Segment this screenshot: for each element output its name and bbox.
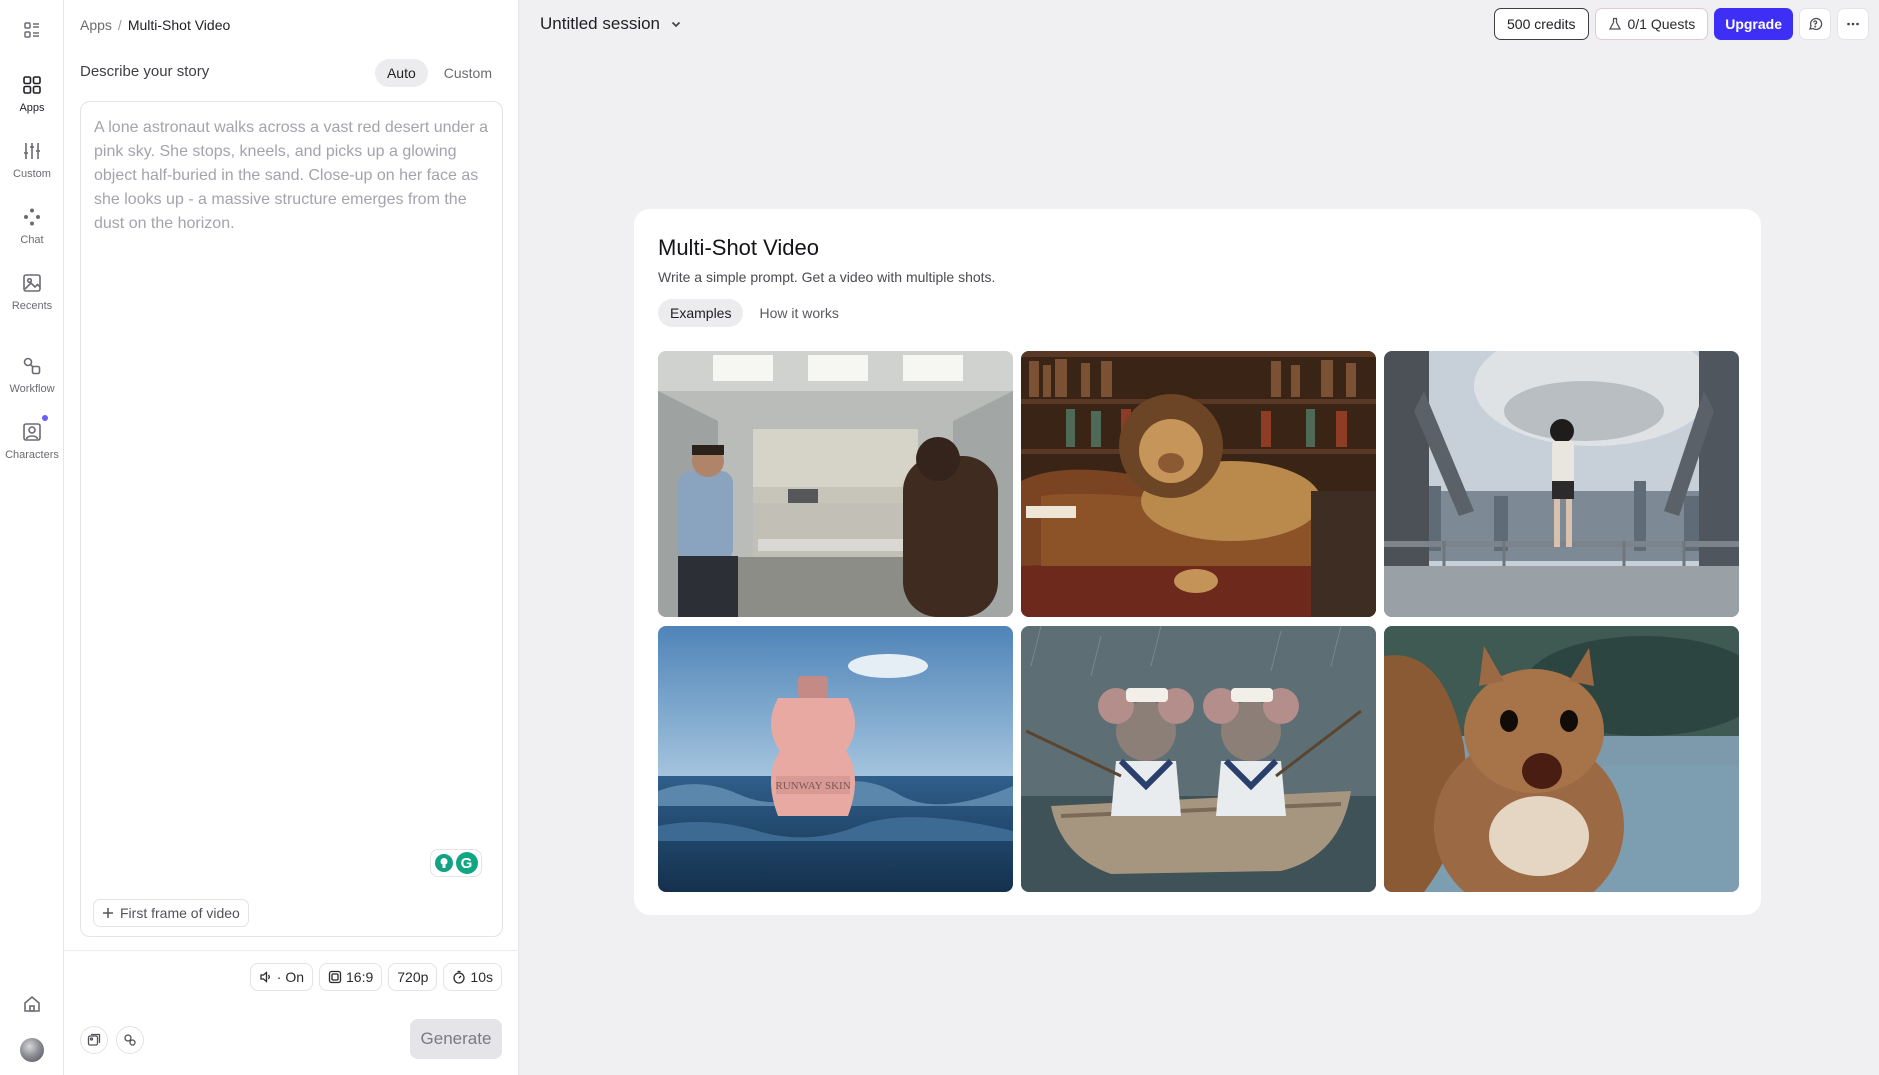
app-title: Multi-Shot Video — [658, 235, 820, 260]
plus-icon — [103, 908, 113, 918]
story-placeholder: A lone astronaut walks across a vast red… — [94, 119, 488, 232]
link-icon — [124, 1034, 136, 1046]
home-button[interactable] — [0, 994, 64, 1014]
rail-item-label: Characters — [5, 449, 59, 461]
breadcrumb-current: Multi-Shot Video — [127, 17, 231, 33]
mode-toggle: Auto Custom — [374, 59, 504, 87]
lightbulb-icon — [434, 854, 453, 872]
avatar[interactable] — [20, 1038, 44, 1062]
workflow-icon — [23, 357, 41, 375]
mode-custom-button[interactable]: Custom — [432, 59, 504, 87]
robot-city-image — [1384, 351, 1739, 617]
breadcrumb-separator: / — [117, 17, 122, 33]
perfume-bottle-image: RUNWAY SKIN — [658, 626, 1013, 892]
help-bubble-icon — [1809, 17, 1823, 31]
surprised-squirrel-example[interactable] — [1384, 626, 1739, 892]
apps-icon — [23, 76, 41, 94]
rail-item-characters[interactable]: Characters — [0, 415, 64, 461]
timer-icon — [453, 970, 466, 984]
topbar-actions: 500 credits 0/1 Quests Upgrade — [1494, 8, 1869, 40]
robot-city-example[interactable] — [1384, 351, 1739, 617]
lion-on-sofa-example[interactable] — [1021, 351, 1376, 617]
more-horizontal-icon — [1847, 22, 1859, 26]
generation-options: · On 16:9 720p 10s — [249, 963, 502, 991]
rail-item-label: Recents — [11, 300, 53, 312]
grammarly-logo-icon: G — [455, 852, 478, 874]
breadcrumb-apps-link[interactable]: Apps — [80, 17, 112, 33]
quests-label: 0/1 Quests — [1627, 16, 1696, 32]
attachment-tools — [80, 1026, 144, 1054]
rail-item-label: Workflow — [9, 383, 55, 395]
rail-item-label: Chat — [20, 234, 44, 246]
office-scene-image — [658, 351, 1013, 617]
notification-dot — [42, 415, 48, 421]
aspect-ratio-icon — [328, 970, 342, 984]
feedback-button[interactable] — [1799, 8, 1831, 40]
story-title: Describe your story — [80, 63, 210, 80]
tab-how-it-works[interactable]: How it works — [747, 299, 850, 327]
breadcrumb: Apps / Multi-Shot Video — [80, 17, 230, 33]
card-tabs: Examples How it works — [658, 299, 851, 327]
perfume-bottle-ocean-example[interactable]: RUNWAY SKIN — [658, 626, 1013, 892]
office-break-room-example[interactable] — [658, 351, 1013, 617]
first-frame-button[interactable]: First frame of video — [93, 899, 249, 927]
rail-item-custom[interactable]: Custom — [0, 140, 64, 180]
rail-item-apps[interactable]: Apps — [0, 74, 64, 114]
chat-icon — [24, 208, 40, 226]
upgrade-button[interactable]: Upgrade — [1714, 8, 1793, 40]
tab-examples[interactable]: Examples — [658, 299, 744, 327]
resolution-select[interactable]: 720p — [388, 963, 438, 991]
audio-label: · On — [276, 969, 305, 985]
prompt-panel: Apps / Multi-Shot Video Describe your st… — [64, 0, 519, 1075]
app-subtitle: Write a simple prompt. Get a video with … — [658, 269, 996, 285]
rail-item-recents[interactable]: Recents — [0, 272, 64, 312]
aspect-ratio-select[interactable]: 16:9 — [319, 963, 383, 991]
rail-item-label: Custom — [13, 168, 51, 180]
duration-select[interactable]: 10s — [443, 963, 502, 991]
audio-toggle[interactable]: · On — [249, 963, 314, 991]
characters-icon — [23, 423, 41, 441]
chevron-down-icon — [671, 21, 681, 28]
add-image-button[interactable] — [80, 1026, 108, 1054]
squirrel-image — [1384, 626, 1739, 892]
credits-button[interactable]: 500 credits — [1494, 8, 1589, 40]
sailor-mice-boat-example[interactable] — [1021, 626, 1376, 892]
sailor-mice-image — [1021, 626, 1376, 892]
menu-toggle-button[interactable] — [0, 16, 64, 44]
lion-scene-image — [1021, 351, 1376, 617]
recents-icon — [23, 274, 41, 292]
panel-toggle-icon — [24, 22, 39, 38]
rail-item-label: Apps — [19, 102, 45, 114]
story-input[interactable]: A lone astronaut walks across a vast red… — [80, 101, 503, 937]
session-title: Untitled session — [540, 14, 661, 33]
app-intro-card: Multi-Shot Video Write a simple prompt. … — [634, 209, 1761, 915]
more-options-button[interactable] — [1837, 8, 1869, 40]
image-icon — [87, 1033, 101, 1046]
add-reference-button[interactable] — [116, 1026, 144, 1054]
examples-grid: RUNWAY SKIN — [658, 351, 1739, 892]
sliders-icon — [24, 143, 40, 159]
rail-item-chat[interactable]: Chat — [0, 206, 64, 246]
divider — [64, 950, 519, 951]
icon-rail: Apps Custom Chat Recents Workflow Charac… — [0, 0, 64, 1075]
rail-item-workflow[interactable]: Workflow — [0, 355, 64, 395]
session-title-dropdown[interactable]: Untitled session — [540, 14, 682, 34]
duration-label: 10s — [470, 969, 493, 985]
home-icon — [24, 995, 40, 1012]
quests-button[interactable]: 0/1 Quests — [1594, 8, 1709, 40]
speaker-icon — [260, 971, 270, 983]
generate-button[interactable]: Generate — [410, 1019, 502, 1059]
flask-icon — [1608, 17, 1621, 30]
grammarly-widget[interactable]: G — [430, 849, 482, 877]
aspect-ratio-label: 16:9 — [346, 969, 374, 985]
bottle-label: RUNWAY SKIN — [775, 780, 850, 792]
resolution-label: 720p — [397, 969, 429, 985]
mode-auto-button[interactable]: Auto — [374, 59, 428, 87]
first-frame-label: First frame of video — [120, 905, 240, 921]
